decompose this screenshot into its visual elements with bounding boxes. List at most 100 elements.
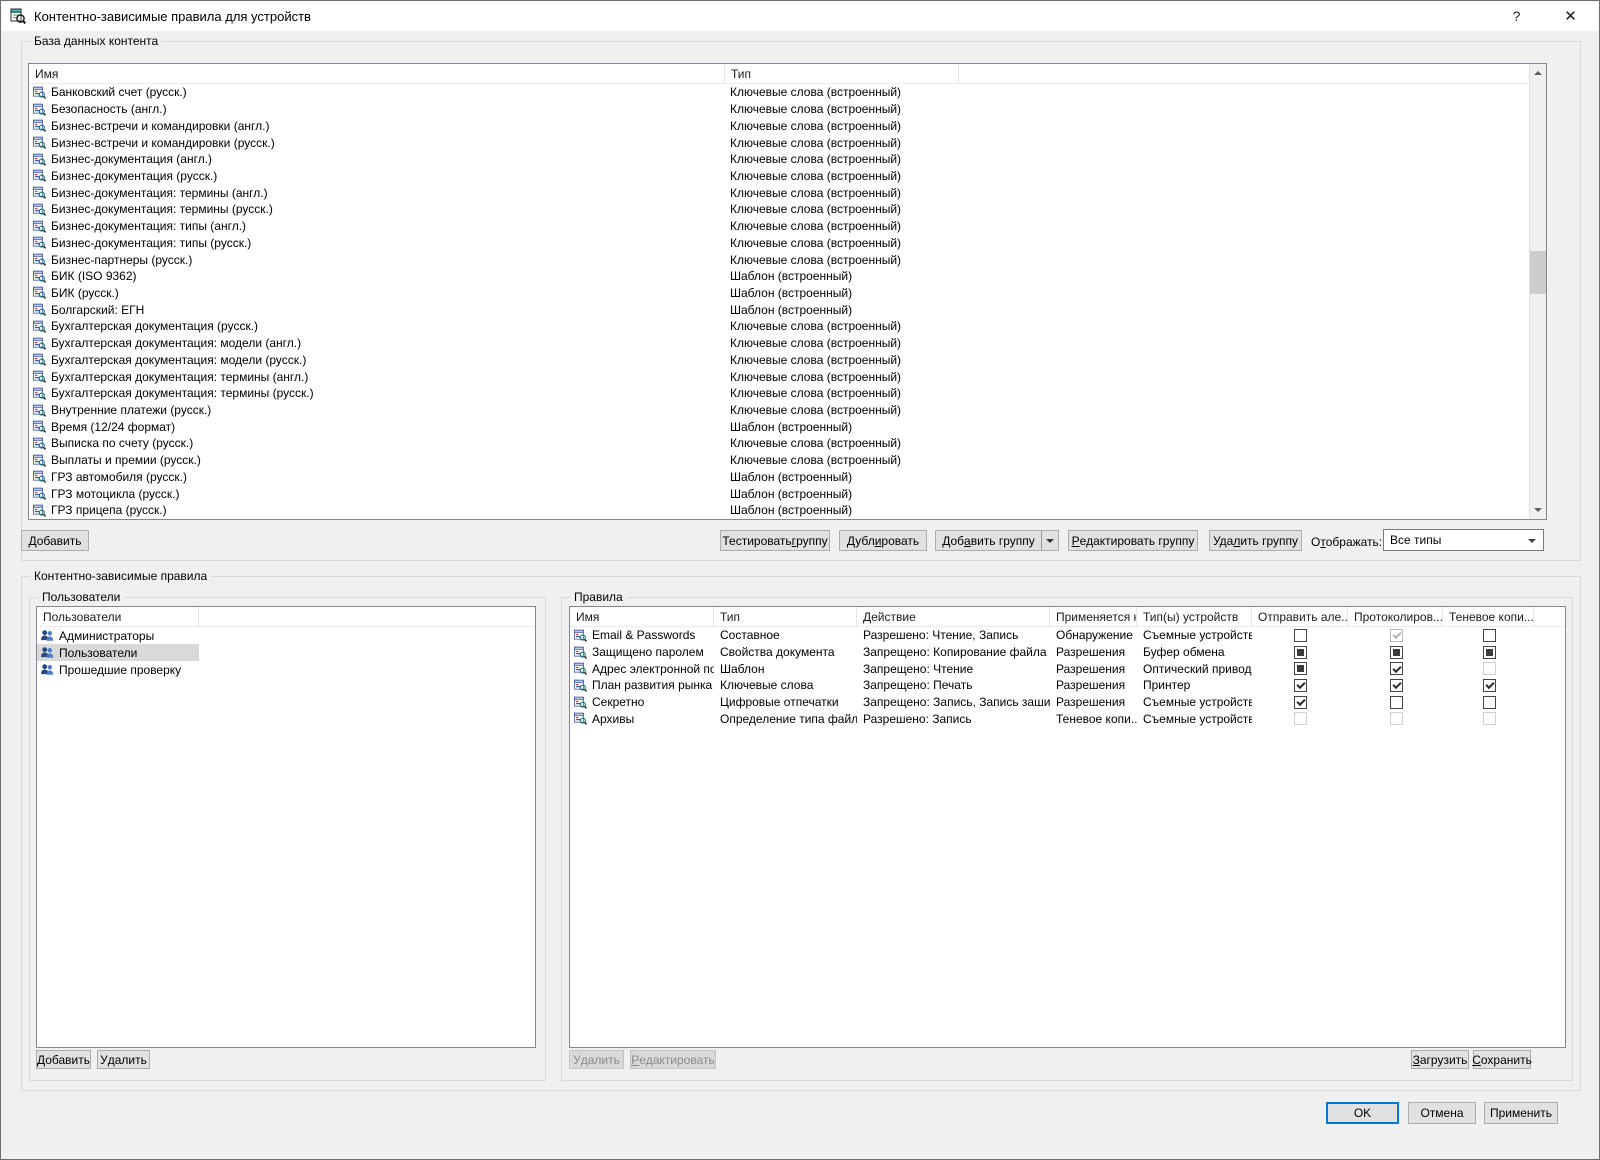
send-alert-checkbox[interactable] (1294, 662, 1307, 675)
shadow-copy-checkbox[interactable] (1483, 662, 1496, 675)
log-checkbox[interactable] (1390, 662, 1403, 675)
column-header-action[interactable]: Действие (857, 607, 1050, 627)
ok-button[interactable]: OK (1326, 1102, 1399, 1124)
table-row[interactable]: Внутренние платежи (русск.) Ключевые сло… (29, 402, 1529, 419)
send-alert-checkbox[interactable] (1294, 629, 1307, 642)
column-header-type[interactable]: Тип (725, 64, 959, 84)
send-alert-checkbox[interactable] (1294, 679, 1307, 692)
add-group-button[interactable]: Добавить группу (935, 530, 1042, 551)
edit-group-button[interactable]: Редактировать группу (1068, 530, 1198, 551)
table-row[interactable]: ГРЗ автомобиля (русск.) Шаблон (встроенн… (29, 469, 1529, 486)
user-row[interactable]: Пользователи (37, 644, 199, 661)
log-checkbox[interactable] (1390, 712, 1403, 725)
display-filter-select[interactable]: Все типы (1383, 529, 1544, 551)
column-header-device-types[interactable]: Тип(ы) устройств (1137, 607, 1252, 627)
log-checkbox[interactable] (1390, 629, 1403, 642)
shadow-copy-checkbox[interactable] (1483, 646, 1496, 659)
table-row[interactable]: Бухгалтерская документация (русск.) Ключ… (29, 318, 1529, 335)
table-row[interactable]: Бухгалтерская документация: модели (англ… (29, 335, 1529, 352)
user-row[interactable]: Администраторы (37, 627, 199, 644)
table-row[interactable]: ГРЗ мотоцикла (русск.) Шаблон (встроенны… (29, 485, 1529, 502)
scroll-down-button[interactable] (1530, 502, 1546, 519)
table-row[interactable]: Бизнес-документация: термины (русск.) Кл… (29, 201, 1529, 218)
column-header-rule-type[interactable]: Тип (714, 607, 857, 627)
log-checkbox[interactable] (1390, 646, 1403, 659)
vertical-scrollbar[interactable] (1529, 64, 1546, 519)
user-row[interactable]: Прошедшие проверку (37, 661, 199, 678)
column-header-log[interactable]: Протоколиров... (1348, 607, 1443, 627)
rule-devices-cell: Съемные устройства (1137, 712, 1252, 726)
display-label: Отображать: (1311, 535, 1382, 549)
close-button[interactable]: ✕ (1548, 1, 1593, 31)
shadow-copy-checkbox[interactable] (1483, 629, 1496, 642)
send-alert-checkbox[interactable] (1294, 712, 1307, 725)
table-row[interactable]: Банковский счет (русск.) Ключевые слова … (29, 84, 1529, 101)
table-row[interactable]: ГРЗ прицепа (русск.) Шаблон (встроенный) (29, 502, 1529, 519)
load-button[interactable]: Загрузить (1411, 1050, 1469, 1069)
rule-applies-cell: Разрешения (1050, 678, 1137, 692)
table-row[interactable]: БИК (ISO 9362) Шаблон (встроенный) (29, 268, 1529, 285)
table-row[interactable]: Безопасность (англ.) Ключевые слова (вст… (29, 101, 1529, 118)
table-row[interactable]: Бизнес-документация: типы (англ.) Ключев… (29, 218, 1529, 235)
users-delete-button[interactable]: Удалить (97, 1050, 150, 1069)
rule-row[interactable]: План развития рынка ... Ключевые слова З… (570, 677, 1565, 694)
table-row[interactable]: Бизнес-документация: термины (англ.) Клю… (29, 184, 1529, 201)
table-row[interactable]: Время (12/24 формат) Шаблон (встроенный) (29, 418, 1529, 435)
rule-row[interactable]: Секретно Цифровые отпечатки Запрещено: З… (570, 694, 1565, 711)
users-add-button[interactable]: Добавить (36, 1050, 91, 1069)
test-group-button[interactable]: Тестировать группу (720, 530, 830, 551)
delete-group-button[interactable]: Удалить группу (1209, 530, 1302, 551)
rule-row[interactable]: Email & Passwords Составное Разрешено: Ч… (570, 627, 1565, 644)
table-row[interactable]: Выписка по счету (русск.) Ключевые слова… (29, 435, 1529, 452)
table-row[interactable]: Бизнес-встречи и командировки (русск.) К… (29, 134, 1529, 151)
duplicate-button[interactable]: Дублировать (839, 530, 927, 551)
send-alert-checkbox[interactable] (1294, 646, 1307, 659)
rule-row[interactable]: Архивы Определение типа файла Разрешено:… (570, 710, 1565, 727)
shadow-copy-checkbox[interactable] (1483, 679, 1496, 692)
content-db-list[interactable]: Имя Тип Банковский с (28, 63, 1547, 520)
column-header-name[interactable]: Имя (29, 64, 725, 84)
save-button[interactable]: Сохранить (1473, 1050, 1531, 1069)
table-row[interactable]: Бизнес-документация (англ.) Ключевые сло… (29, 151, 1529, 168)
column-header-send-alert[interactable]: Отправить але... (1252, 607, 1348, 627)
scroll-up-button[interactable] (1530, 64, 1546, 81)
log-checkbox[interactable] (1390, 696, 1403, 709)
table-row[interactable]: Бизнес-партнеры (русск.) Ключевые слова … (29, 251, 1529, 268)
rules-table[interactable]: Имя Тип Действие Применяется к Тип(ы) ус… (569, 606, 1566, 1048)
scroll-thumb[interactable] (1530, 251, 1546, 294)
column-header-shadow-copy[interactable]: Теневое копи... (1443, 607, 1534, 627)
shadow-copy-checkbox[interactable] (1483, 712, 1496, 725)
content-group-icon (33, 286, 46, 299)
content-db-header: Имя Тип (29, 64, 1546, 84)
cancel-button[interactable]: Отмена (1408, 1102, 1476, 1124)
send-alert-checkbox[interactable] (1294, 696, 1307, 709)
table-row[interactable]: БИК (русск.) Шаблон (встроенный) (29, 285, 1529, 302)
rule-row[interactable]: Адрес электронной по... Шаблон Запрещено… (570, 660, 1565, 677)
add-button[interactable]: Добавить (21, 530, 89, 551)
table-row[interactable]: Бухгалтерская документация: термины (рус… (29, 385, 1529, 402)
users-list[interactable]: Пользователи Администраторы (36, 606, 536, 1048)
content-group-icon (33, 370, 46, 383)
table-row[interactable]: Бухгалтерская документация: термины (анг… (29, 368, 1529, 385)
users-column-header[interactable]: Пользователи (37, 607, 199, 627)
rule-row[interactable]: Защищено паролем Свойства документа Запр… (570, 644, 1565, 661)
table-row[interactable]: Бизнес-встречи и командировки (англ.) Кл… (29, 117, 1529, 134)
log-checkbox[interactable] (1390, 679, 1403, 692)
dialog-window: Контентно-зависимые правила для устройст… (0, 0, 1600, 1160)
rules-panel-group-label: Правила (570, 590, 627, 604)
help-button[interactable]: ? (1494, 1, 1539, 31)
rules-edit-button[interactable]: Редактировать (630, 1050, 716, 1069)
table-row[interactable]: Бухгалтерская документация: модели (русс… (29, 352, 1529, 369)
shadow-copy-checkbox[interactable] (1483, 696, 1496, 709)
table-row[interactable]: Выплаты и премии (русск.) Ключевые слова… (29, 452, 1529, 469)
add-group-dropdown[interactable] (1041, 530, 1059, 551)
content-group-icon (33, 136, 46, 149)
apply-button[interactable]: Применить (1484, 1102, 1558, 1124)
table-row[interactable]: Бизнес-документация: типы (русск.) Ключе… (29, 234, 1529, 251)
column-header-rule-name[interactable]: Имя (570, 607, 714, 627)
table-row[interactable]: Болгарский: ЕГН Шаблон (встроенный) (29, 301, 1529, 318)
window-title: Контентно-зависимые правила для устройст… (34, 9, 311, 24)
table-row[interactable]: Бизнес-документация (русск.) Ключевые сл… (29, 168, 1529, 185)
rules-delete-button[interactable]: Удалить (569, 1050, 624, 1069)
column-header-applies-to[interactable]: Применяется к (1050, 607, 1137, 627)
